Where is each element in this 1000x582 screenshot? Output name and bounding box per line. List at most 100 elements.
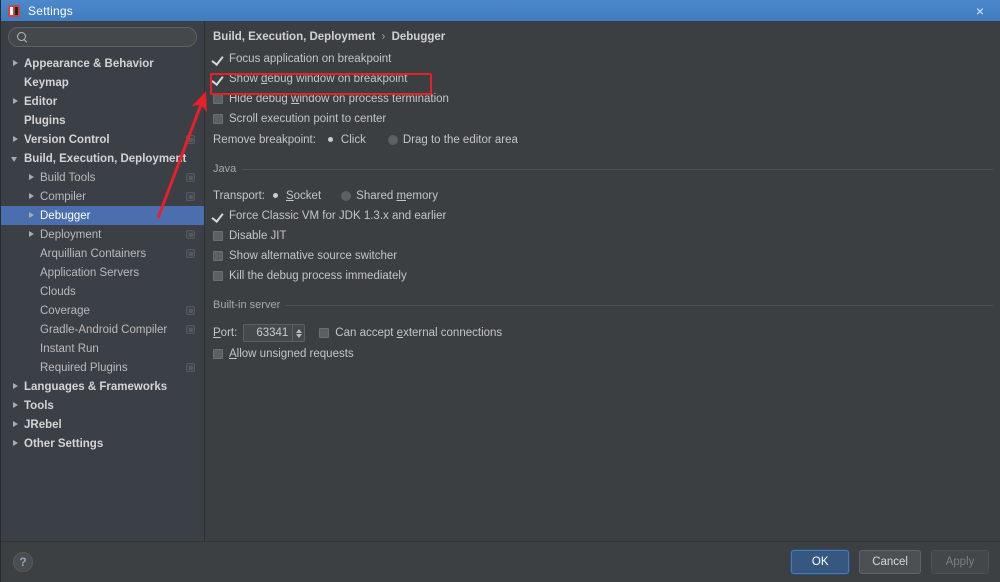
port-value[interactable]: 63341 — [244, 327, 292, 339]
search-box[interactable] — [8, 27, 197, 47]
sidebar-item-gradle-android-compiler[interactable]: Gradle-Android Compiler — [1, 320, 204, 339]
checkbox-label[interactable]: Focus application on breakpoint — [229, 53, 391, 65]
search-icon — [17, 32, 28, 43]
radio-remove-breakpoint-click[interactable] — [326, 135, 336, 145]
chevron-right-icon[interactable] — [11, 439, 20, 448]
apply-button: Apply — [931, 550, 989, 574]
sidebar-item-editor[interactable]: Editor — [1, 92, 204, 111]
chevron-right-icon[interactable] — [27, 173, 36, 182]
radio-label-drag[interactable]: Drag to the editor area — [403, 134, 518, 146]
chevron-down-icon[interactable] — [11, 154, 20, 163]
java-option-row: Force Classic VM for JDK 1.3.x and earli… — [205, 206, 1000, 226]
radio-transport-shared-memory[interactable] — [341, 191, 351, 201]
search-area — [1, 21, 204, 47]
chevron-right-icon[interactable] — [11, 420, 20, 429]
settings-content: Build, Execution, Deployment › Debugger … — [205, 21, 1000, 541]
checkbox-hide-debug-window-on-process-termination[interactable] — [213, 94, 223, 104]
project-scope-icon — [186, 363, 195, 372]
sidebar-item-required-plugins[interactable]: Required Plugins — [1, 358, 204, 377]
checkbox-focus-application-on-breakpoint[interactable] — [213, 54, 223, 64]
checkbox-kill-the-debug-process-immediately[interactable] — [213, 271, 223, 281]
title-bar: Settings × — [1, 0, 1000, 21]
settings-tree: Appearance & Behavior Keymap EditorPlugins… — [1, 54, 204, 453]
window-title: Settings — [28, 4, 73, 18]
cancel-button[interactable]: Cancel — [859, 550, 921, 574]
checkbox-scroll-execution-point-to-center[interactable] — [213, 114, 223, 124]
sidebar-item-deployment[interactable]: Deployment — [1, 225, 204, 244]
checkbox-label[interactable]: Kill the debug process immediately — [229, 270, 407, 282]
spinner-down-icon[interactable] — [296, 334, 302, 338]
radio-label-socket[interactable]: Socket — [286, 190, 321, 202]
radio-remove-breakpoint-drag[interactable] — [388, 135, 398, 145]
sidebar-item-jrebel[interactable]: JRebel — [1, 415, 204, 434]
checkbox-label[interactable]: Show alternative source switcher — [229, 250, 397, 262]
sidebar-item-label: Clouds — [40, 286, 76, 298]
checkbox-force-classic-vm-for-jdk-1-3-x-and-earlier[interactable] — [213, 211, 223, 221]
search-input[interactable] — [33, 30, 188, 44]
checkbox-disable-jit[interactable] — [213, 231, 223, 241]
sidebar-item-appearance-behavior[interactable]: Appearance & Behavior — [1, 54, 204, 73]
sidebar-item-plugins[interactable]: Plugins — [1, 111, 204, 130]
sidebar-item-build-tools[interactable]: Build Tools — [1, 168, 204, 187]
checkbox-label[interactable]: Disable JIT — [229, 230, 287, 242]
sidebar-item-label: Arquillian Containers — [40, 248, 146, 260]
java-group-header: Java — [205, 160, 1000, 178]
java-options-group: Force Classic VM for JDK 1.3.x and earli… — [205, 206, 1000, 286]
sidebar-item-compiler[interactable]: Compiler — [1, 187, 204, 206]
sidebar-item-debugger[interactable]: Debugger — [1, 206, 204, 225]
chevron-right-icon[interactable] — [11, 401, 20, 410]
sidebar-item-instant-run[interactable]: Instant Run — [1, 339, 204, 358]
sidebar-item-tools[interactable]: Tools — [1, 396, 204, 415]
sidebar-item-label: Required Plugins — [40, 362, 128, 374]
checkbox-label-external-connections[interactable]: Can accept external connections — [335, 327, 502, 339]
tree-spacer — [27, 249, 36, 258]
debugger-option-row: Focus application on breakpoint — [205, 49, 1000, 69]
chevron-right-icon[interactable] — [11, 59, 20, 68]
sidebar-item-build-execution-deployment[interactable]: Build, Execution, Deployment — [1, 149, 204, 168]
radio-transport-socket[interactable] — [271, 191, 281, 201]
sidebar-item-label: Coverage — [40, 305, 90, 317]
sidebar-item-clouds[interactable]: Clouds — [1, 282, 204, 301]
checkbox-show-alternative-source-switcher[interactable] — [213, 251, 223, 261]
radio-label-shared-memory[interactable]: Shared memory — [356, 190, 438, 202]
project-scope-icon — [186, 192, 195, 201]
port-spinner-arrows[interactable] — [292, 325, 304, 341]
port-label: Port: — [213, 327, 237, 339]
tree-spacer — [27, 306, 36, 315]
close-icon[interactable]: × — [959, 0, 1000, 21]
sidebar-item-arquillian-containers[interactable]: Arquillian Containers — [1, 244, 204, 263]
chevron-right-icon[interactable] — [27, 211, 36, 220]
checkbox-label[interactable]: Scroll execution point to center — [229, 113, 386, 125]
sidebar-item-version-control[interactable]: Version Control — [1, 130, 204, 149]
checkbox-label-unsigned-requests[interactable]: Allow unsigned requests — [229, 348, 354, 360]
sidebar-item-application-servers[interactable]: Application Servers — [1, 263, 204, 282]
java-option-row: Kill the debug process immediately — [205, 266, 1000, 286]
checkbox-external-connections[interactable] — [319, 328, 329, 338]
tree-spacer — [27, 325, 36, 334]
sidebar-item-coverage[interactable]: Coverage — [1, 301, 204, 320]
java-option-row: Show alternative source switcher — [205, 246, 1000, 266]
sidebar-item-label: Application Servers — [40, 267, 139, 279]
tree-spacer — [27, 287, 36, 296]
chevron-right-icon[interactable] — [11, 97, 20, 106]
sidebar-item-label: Tools — [24, 400, 54, 412]
sidebar-item-label: Keymap — [24, 77, 69, 89]
chevron-right-icon[interactable] — [27, 192, 36, 201]
chevron-right-icon[interactable] — [11, 135, 20, 144]
unsigned-requests-row: Allow unsigned requests — [205, 344, 1000, 364]
chevron-right-icon[interactable] — [11, 382, 20, 391]
port-stepper[interactable]: 63341 — [243, 324, 305, 342]
sidebar-item-label: Deployment — [40, 229, 101, 241]
radio-label-click[interactable]: Click — [341, 134, 366, 146]
checkbox-label[interactable]: Force Classic VM for JDK 1.3.x and earli… — [229, 210, 446, 222]
chevron-right-icon[interactable] — [27, 230, 36, 239]
ok-button[interactable]: OK — [791, 550, 849, 574]
spinner-up-icon[interactable] — [296, 329, 302, 333]
help-icon[interactable]: ? — [13, 552, 33, 572]
sidebar-item-languages-frameworks[interactable]: Languages & Frameworks — [1, 377, 204, 396]
annotation-highlight-box — [210, 73, 432, 95]
breadcrumb-root[interactable]: Build, Execution, Deployment — [213, 31, 375, 43]
checkbox-unsigned-requests[interactable] — [213, 349, 223, 359]
sidebar-item-keymap[interactable]: Keymap — [1, 73, 204, 92]
sidebar-item-other-settings[interactable]: Other Settings — [1, 434, 204, 453]
